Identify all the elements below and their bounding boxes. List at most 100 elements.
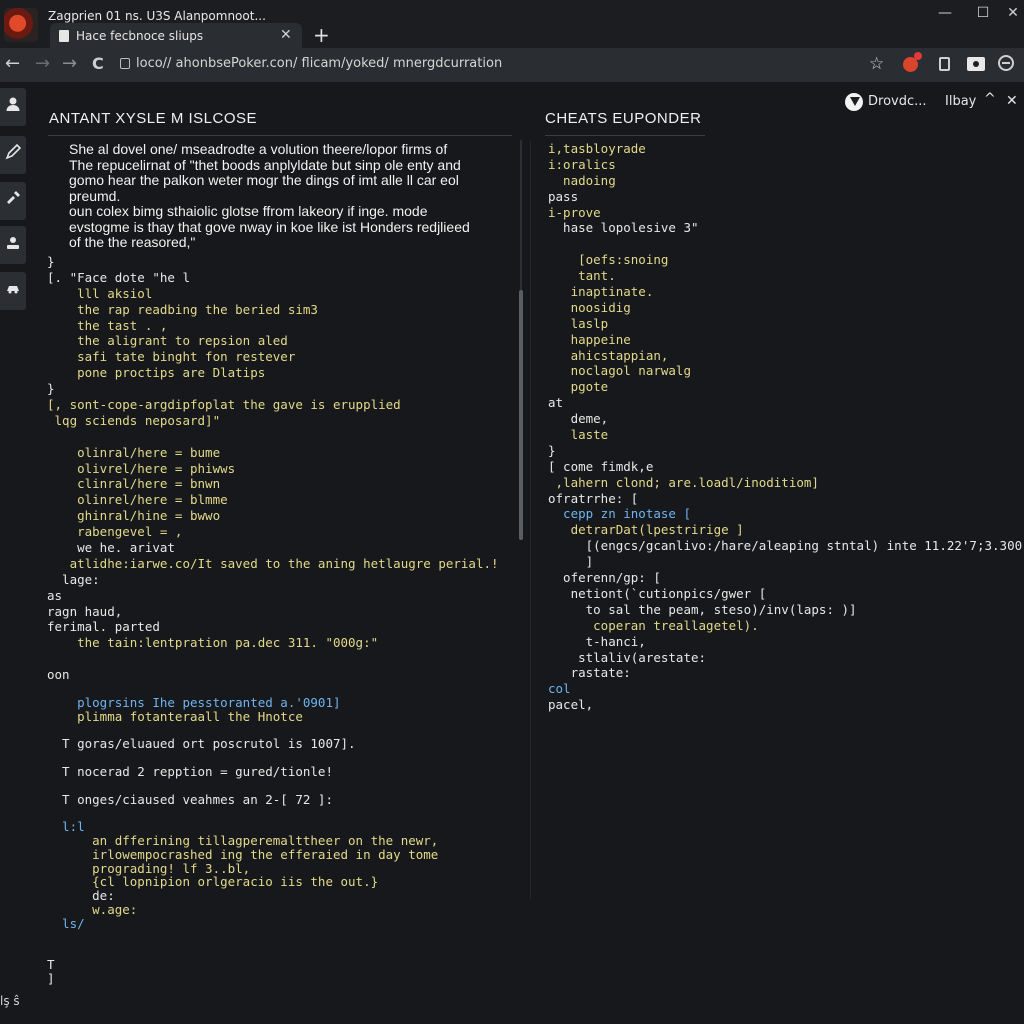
code-line: ahicstappian, [548, 347, 669, 363]
code-line: safi tate binght fon restever [47, 349, 296, 365]
corner-text: lş ŝ [0, 994, 20, 1008]
lock-icon [120, 58, 130, 69]
code-line: netiont(`cutionpics/gwer [ [548, 585, 767, 601]
code-line: ghinral/hine = bwwo [47, 508, 221, 524]
code-line: plimma fotanteraall the Hnotce [47, 708, 303, 724]
bookmark-star-icon[interactable]: ☆ [869, 54, 884, 74]
address-bar[interactable]: loco// ahonbsePoker.con/ flicam/yoked/ m… [136, 56, 502, 71]
code-line: atlidhe:iarwe.co/It saved to the aning h… [47, 555, 499, 571]
code-line: } [47, 381, 55, 397]
right-panel-title: CHEATS EUPONDER [545, 110, 702, 127]
code-line: to sal the peam, steso)/inv(laps: )] [548, 601, 857, 617]
tab-close-icon[interactable]: ✕ [280, 27, 292, 43]
download-label[interactable]: Drovdc... [868, 94, 927, 109]
code-line: oon [47, 667, 70, 683]
prose-line: oun colex bimg sthaiolic glotse ffrom la… [69, 203, 428, 219]
code-line: ] [548, 554, 594, 570]
code-line: ls/ [47, 915, 85, 931]
prose-line: She al dovel one/ mseadrodte a volution … [69, 141, 448, 157]
code-line: } [47, 254, 55, 269]
menu-circle-icon[interactable] [998, 55, 1014, 71]
clipboard-icon[interactable] [939, 57, 950, 71]
code-line: } [548, 442, 556, 458]
left-panel-title: ANTANT XYSLE M ISLCOSE [49, 110, 257, 127]
code-line: an dfferining tillagperemalttheer on the… [47, 832, 439, 848]
close-window-button[interactable]: ✕ [1000, 4, 1024, 22]
code-line: [(engcs/gcanlivo:/hare/aleaping stntal) … [548, 538, 1023, 554]
code-line: w.age: [47, 901, 138, 917]
title-bar: Zagprien 01 ns. U3S Alanpomnoot... — ☐ ✕… [0, 0, 1024, 49]
code-line: olivrel/here = phiwws [47, 460, 236, 476]
code-line: the tain:lentpration pa.dec 311. "000g:" [47, 635, 379, 651]
prose-line: The repucelirnat of "thet boods anplylda… [69, 156, 461, 173]
code-line: T [47, 957, 55, 973]
code-line: lll aksiol [47, 285, 153, 301]
code-line: ] [47, 970, 55, 986]
media-icon[interactable] [967, 57, 985, 71]
code-line: i,tasbloyrade [548, 141, 646, 156]
code-line: nadoing [548, 172, 616, 188]
browser-tab[interactable]: Hace fecbnoce sliups ✕ [50, 23, 302, 49]
close-panel-icon[interactable]: ✕ [1006, 93, 1018, 109]
maximize-button[interactable]: ☐ [970, 4, 996, 22]
tools-icon[interactable] [0, 182, 26, 220]
code-block-secondary: plogrsins Ihe pesstoranted a.'0901] plim… [47, 695, 439, 986]
download-icon[interactable] [845, 93, 863, 111]
code-line: ferimal. parted [47, 619, 160, 635]
navigation-bar: ← → → C loco// ahonbsePoker.con/ flicam/… [0, 48, 1024, 82]
reload-icon[interactable]: C [92, 54, 104, 74]
code-line: lage: [47, 571, 100, 587]
code-line: pgote [548, 379, 609, 395]
code-line: pass [548, 188, 579, 204]
code-line: the rap readbing the beried sim3 [47, 301, 318, 317]
code-line: rastate: [548, 665, 631, 681]
code-line: deme, [548, 411, 609, 427]
code-line: clinral/here = bnwn [47, 476, 221, 492]
code-line: pacel, [548, 697, 594, 713]
code-line: t-hanci, [548, 633, 646, 649]
code-line: de: [47, 888, 115, 904]
code-line: inaptinate. [548, 284, 654, 300]
code-line: tant. [548, 268, 616, 284]
chevron-up-icon[interactable]: ^ [984, 91, 996, 107]
code-line: plogrsins Ihe pesstoranted a.'0901] [47, 695, 341, 710]
forward-arrow-icon-secondary[interactable]: → [62, 54, 77, 74]
code-line: prograding! lf 3..bl, [47, 860, 251, 876]
right-panel-divider [545, 135, 705, 136]
code-line: l:l [47, 819, 85, 835]
new-tab-button[interactable]: + [313, 25, 330, 45]
forward-arrow-icon[interactable]: → [35, 54, 50, 74]
panel-divider-secondary [530, 140, 531, 900]
code-line: ragn haud, [47, 603, 123, 619]
code-line: noosidig [548, 299, 631, 315]
code-line: T goras/eluaued ort poscrutol is 1007]. [47, 736, 356, 752]
code-line: [oefs:snoing [548, 252, 669, 268]
page-icon [59, 30, 69, 42]
car-icon[interactable] [0, 272, 26, 310]
pen-icon[interactable] [0, 136, 26, 174]
code-line: coperan treallagetel). [548, 617, 759, 633]
code-line: at [548, 395, 564, 411]
back-arrow-icon[interactable]: ← [5, 54, 20, 74]
minimize-button[interactable]: — [932, 4, 958, 22]
code-line: pone proctips are Dlatips [47, 365, 266, 381]
code-line: [. "Face dote "he l [47, 269, 190, 285]
code-line: the aligrant to repsion aled [47, 333, 288, 349]
secondary-label[interactable]: Ilbay [945, 94, 976, 109]
user-card-icon[interactable] [0, 226, 26, 264]
code-line: as [47, 587, 63, 603]
app-icon [4, 8, 38, 42]
code-line: cepp zn inotase [ [548, 506, 691, 522]
person-icon[interactable] [0, 88, 26, 126]
code-line: i:oralics [548, 156, 616, 172]
prose-line: of the the reasored," [69, 234, 196, 250]
scrollbar[interactable] [519, 290, 523, 540]
code-line: {cl lopnipion orlgeracio iis the out.} [47, 874, 379, 890]
code-line: irlowempocrashed ing the efferaied in da… [47, 846, 439, 862]
code-line: the tast . , [47, 317, 168, 333]
